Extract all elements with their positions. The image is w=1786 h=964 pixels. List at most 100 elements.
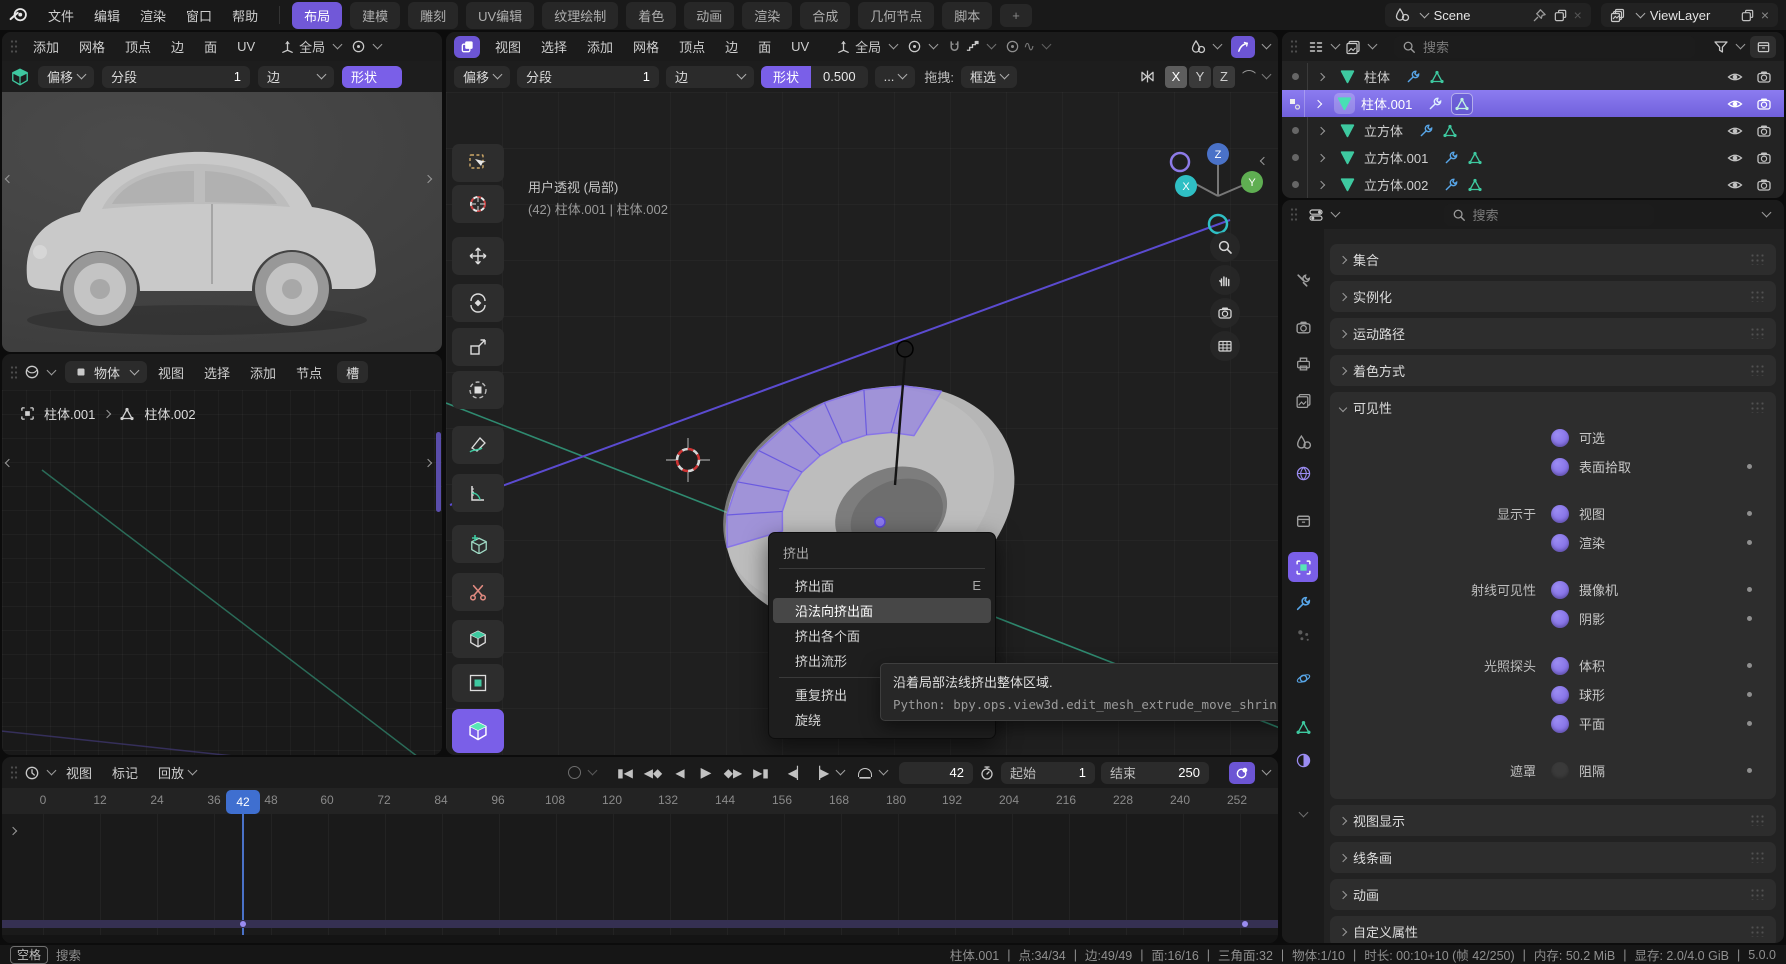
menu-item-extrude-faces[interactable]: 挤出面E — [769, 573, 995, 598]
object-name[interactable]: 立方体 — [1364, 121, 1403, 140]
checkbox-probe-sphere[interactable] — [1551, 686, 1569, 704]
panel-drag-dots[interactable] — [1750, 925, 1766, 937]
render-camera-icon[interactable] — [1756, 123, 1772, 139]
more-options-select[interactable]: ... — [875, 66, 916, 88]
shape-field[interactable]: 形状 0.500 — [761, 66, 868, 88]
visibility-dropdown[interactable] — [1190, 39, 1221, 55]
shader-canvas[interactable]: 柱体.001 柱体.002 — [2, 390, 442, 755]
tool-annotate[interactable] — [452, 426, 504, 464]
decorator-dot[interactable] — [1747, 540, 1752, 545]
tool-transform[interactable] — [452, 371, 504, 409]
breadcrumb-object[interactable]: 柱体.001 — [44, 404, 95, 423]
decorator-dot[interactable] — [1747, 464, 1752, 469]
profile-select[interactable]: 边 — [258, 66, 334, 88]
menu-item-extrude-along-normals[interactable]: 沿法向挤出面 — [773, 598, 991, 623]
symmetry-y-toggle[interactable]: Y — [1189, 66, 1211, 88]
editor-type-button[interactable] — [1308, 39, 1339, 55]
gizmos-toggle[interactable] — [1231, 36, 1270, 58]
car-model[interactable] — [2, 92, 442, 352]
decorator-dot[interactable] — [1747, 663, 1752, 668]
stopwatch-icon[interactable] — [979, 765, 995, 781]
tool-tweak-select[interactable] — [452, 144, 504, 182]
decorator-dot[interactable] — [1747, 721, 1752, 726]
panel-line-art[interactable]: 线条画 — [1330, 842, 1776, 873]
panel-drag-dots[interactable] — [1750, 290, 1766, 302]
timeline-tracks[interactable] — [2, 814, 1278, 943]
blender-logo-icon[interactable] — [8, 5, 29, 26]
hide-eye-icon[interactable] — [1727, 150, 1743, 166]
tool-add-cube[interactable] — [452, 525, 504, 563]
tab-scene[interactable] — [1288, 427, 1318, 457]
mesh-data-icon[interactable] — [1442, 123, 1458, 139]
timeline-ruler[interactable]: 0 12 24 36 48 60 72 84 96 108 120 132 14… — [2, 788, 1278, 814]
symmetry-z-toggle[interactable]: Z — [1213, 66, 1235, 88]
menu-view[interactable]: 视图 — [486, 34, 530, 59]
ortho-toggle-button[interactable] — [1210, 331, 1240, 361]
tab-render[interactable] — [1288, 312, 1318, 342]
panel-custom-properties[interactable]: 自定义属性 — [1330, 916, 1776, 943]
channel-expand-icon[interactable] — [9, 827, 17, 835]
checkbox-holdout[interactable] — [1551, 762, 1569, 780]
mesh-data-icon[interactable] — [1467, 150, 1483, 166]
checkbox-ray-shadow[interactable] — [1551, 610, 1569, 628]
auto-keying-toggle[interactable] — [1229, 762, 1270, 784]
decorator-dot[interactable] — [1747, 692, 1752, 697]
menu-render[interactable]: 渲染 — [131, 3, 175, 28]
mesh-data-icon[interactable] — [1454, 96, 1470, 112]
object-name[interactable]: 柱体.001 — [1361, 94, 1412, 113]
preview-range-toggle[interactable] — [858, 768, 887, 777]
tab-object-data[interactable] — [1288, 712, 1318, 742]
summary-track[interactable] — [2, 920, 1278, 928]
tabs-overflow-chevron-icon[interactable] — [1299, 808, 1309, 818]
panel-collections[interactable]: 集合 — [1330, 244, 1776, 275]
workspace-tab-uv[interactable]: UV编辑 — [466, 2, 534, 29]
tab-physics[interactable] — [1288, 663, 1318, 693]
drag-grip[interactable] — [10, 365, 18, 380]
tool-scale[interactable] — [452, 328, 504, 366]
panel-drag-dots[interactable] — [1750, 814, 1766, 826]
checkbox-show-viewport[interactable] — [1551, 505, 1569, 523]
drag-mode-select[interactable]: 框选 — [961, 66, 1017, 88]
checkbox-ray-camera[interactable] — [1551, 581, 1569, 599]
filter-button[interactable] — [1713, 39, 1744, 55]
snap-toggle[interactable] — [947, 39, 995, 54]
menu-marker[interactable]: 标记 — [103, 760, 147, 785]
proportional-edit-toggle[interactable]: ∿ — [1005, 38, 1050, 55]
tab-view-layer[interactable] — [1288, 385, 1318, 415]
menu-file[interactable]: 文件 — [39, 3, 83, 28]
checkbox-probe-plane[interactable] — [1551, 715, 1569, 733]
workspace-tab-compositing[interactable]: 合成 — [800, 2, 850, 29]
checkbox-surface-pick[interactable] — [1551, 458, 1569, 476]
drag-grip[interactable] — [10, 39, 18, 54]
modifier-wrench-icon[interactable] — [1406, 69, 1421, 84]
menu-face[interactable]: 面 — [195, 34, 226, 59]
object-name[interactable]: 立方体.001 — [1364, 148, 1428, 167]
workspace-tab-animation[interactable]: 动画 — [684, 2, 734, 29]
prev-keyframe-button[interactable]: ◀◆ — [640, 762, 666, 784]
expand-icon[interactable] — [1317, 153, 1325, 161]
expand-icon[interactable] — [1314, 99, 1322, 107]
tab-output[interactable] — [1288, 348, 1318, 378]
decorator-dot[interactable] — [1747, 616, 1752, 621]
jump-to-start-button[interactable]: ▮◀ — [612, 762, 638, 784]
outliner-search[interactable]: 搜索 — [1394, 36, 1695, 58]
menu-vertex[interactable]: 顶点 — [670, 34, 714, 59]
viewlayer-selector[interactable]: ViewLayer × — [1601, 3, 1778, 27]
workspace-tab-shading[interactable]: 着色 — [626, 2, 676, 29]
menu-add[interactable]: 添加 — [24, 34, 68, 59]
menu-view[interactable]: 视图 — [149, 360, 193, 385]
falloff-select[interactable]: ⌒ — [1242, 67, 1270, 87]
drag-grip[interactable] — [1290, 207, 1298, 222]
display-mode-button[interactable] — [1345, 39, 1376, 55]
shader-type-select[interactable]: 物体 — [65, 361, 147, 383]
checkbox-show-render[interactable] — [1551, 534, 1569, 552]
frame-start-field[interactable]: 起始1 — [1001, 762, 1095, 784]
editor-type-button[interactable] — [1308, 207, 1339, 223]
render-camera-icon[interactable] — [1756, 150, 1772, 166]
keyframe-dot[interactable] — [1242, 921, 1248, 927]
menu-view[interactable]: 视图 — [57, 760, 101, 785]
timeline-scrollbar[interactable] — [2, 935, 1278, 943]
workspace-tab-sculpt[interactable]: 雕刻 — [408, 2, 458, 29]
menu-vertex[interactable]: 顶点 — [116, 34, 160, 59]
remove-viewlayer-icon[interactable]: × — [1761, 7, 1769, 23]
